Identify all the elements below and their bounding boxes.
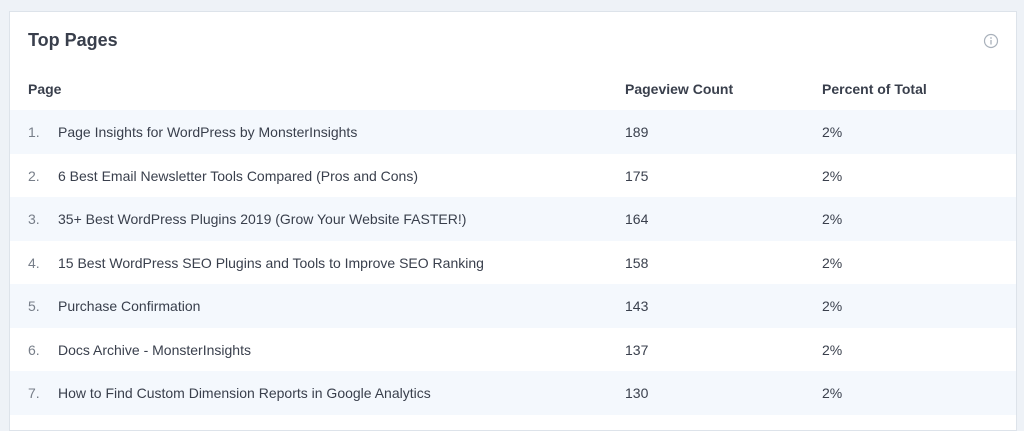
page-title-cell: 6 Best Email Newsletter Tools Compared (… [58, 167, 419, 184]
pageview-count-cell: 158 [625, 254, 649, 271]
pageview-count-cell: 189 [625, 124, 649, 140]
row-number: 3. [28, 211, 40, 227]
page-title-cell: How to Find Custom Dimension Reports in … [58, 385, 431, 401]
page-title-cell: Page Insights for WordPress by MonsterIn… [58, 124, 358, 140]
top-pages-table: Page Pageview Count Percent of Total 1. … [10, 70, 1016, 415]
page-title-cell: Purchase Confirmation [58, 298, 201, 314]
info-circle-icon[interactable] [983, 33, 999, 49]
table-row: 3. 35+ Best WordPress Plugins 2019 (Grow… [10, 197, 1016, 241]
percent-cell: 2% [822, 385, 843, 401]
table-row: 5. Purchase Confirmation 143 2% [10, 284, 1016, 328]
row-number: 2. [28, 167, 40, 184]
row-number: 1. [28, 124, 40, 140]
table-header: Page Pageview Count Percent of Total [10, 70, 1016, 110]
percent-cell: 2% [822, 341, 843, 358]
percent-cell: 2% [822, 167, 843, 184]
row-number: 4. [28, 254, 40, 271]
row-number: 6. [28, 341, 40, 358]
table-row: 6. Docs Archive - MonsterInsights 137 2% [10, 327, 1016, 371]
pageview-count-cell: 164 [625, 211, 649, 227]
column-header-percent-of-total: Percent of Total [822, 81, 927, 97]
row-number: 5. [28, 298, 40, 314]
table-row: 7. How to Find Custom Dimension Reports … [10, 371, 1016, 415]
table-row: 2. 6 Best Email Newsletter Tools Compare… [10, 153, 1016, 197]
page-title-cell: Docs Archive - MonsterInsights [58, 341, 251, 358]
pageview-count-cell: 143 [625, 298, 649, 314]
table-row: 4. 15 Best WordPress SEO Plugins and Too… [10, 240, 1016, 284]
top-pages-panel: Top Pages Page Pageview Count Percent of… [9, 11, 1017, 431]
pageview-count-cell: 175 [625, 167, 649, 184]
panel-title: Top Pages [28, 30, 118, 50]
row-number: 7. [28, 385, 40, 401]
column-header-pageview-count: Pageview Count [625, 81, 734, 97]
percent-cell: 2% [822, 211, 843, 227]
table-row: 1. Page Insights for WordPress by Monste… [10, 110, 1016, 154]
percent-cell: 2% [822, 124, 843, 140]
pageview-count-cell: 137 [625, 341, 649, 358]
percent-cell: 2% [822, 254, 843, 271]
percent-cell: 2% [822, 298, 843, 314]
pageview-count-cell: 130 [625, 385, 649, 401]
column-header-page: Page [28, 81, 62, 97]
page-title-cell: 15 Best WordPress SEO Plugins and Tools … [58, 254, 484, 271]
page-title-cell: 35+ Best WordPress Plugins 2019 (Grow Yo… [58, 211, 467, 227]
